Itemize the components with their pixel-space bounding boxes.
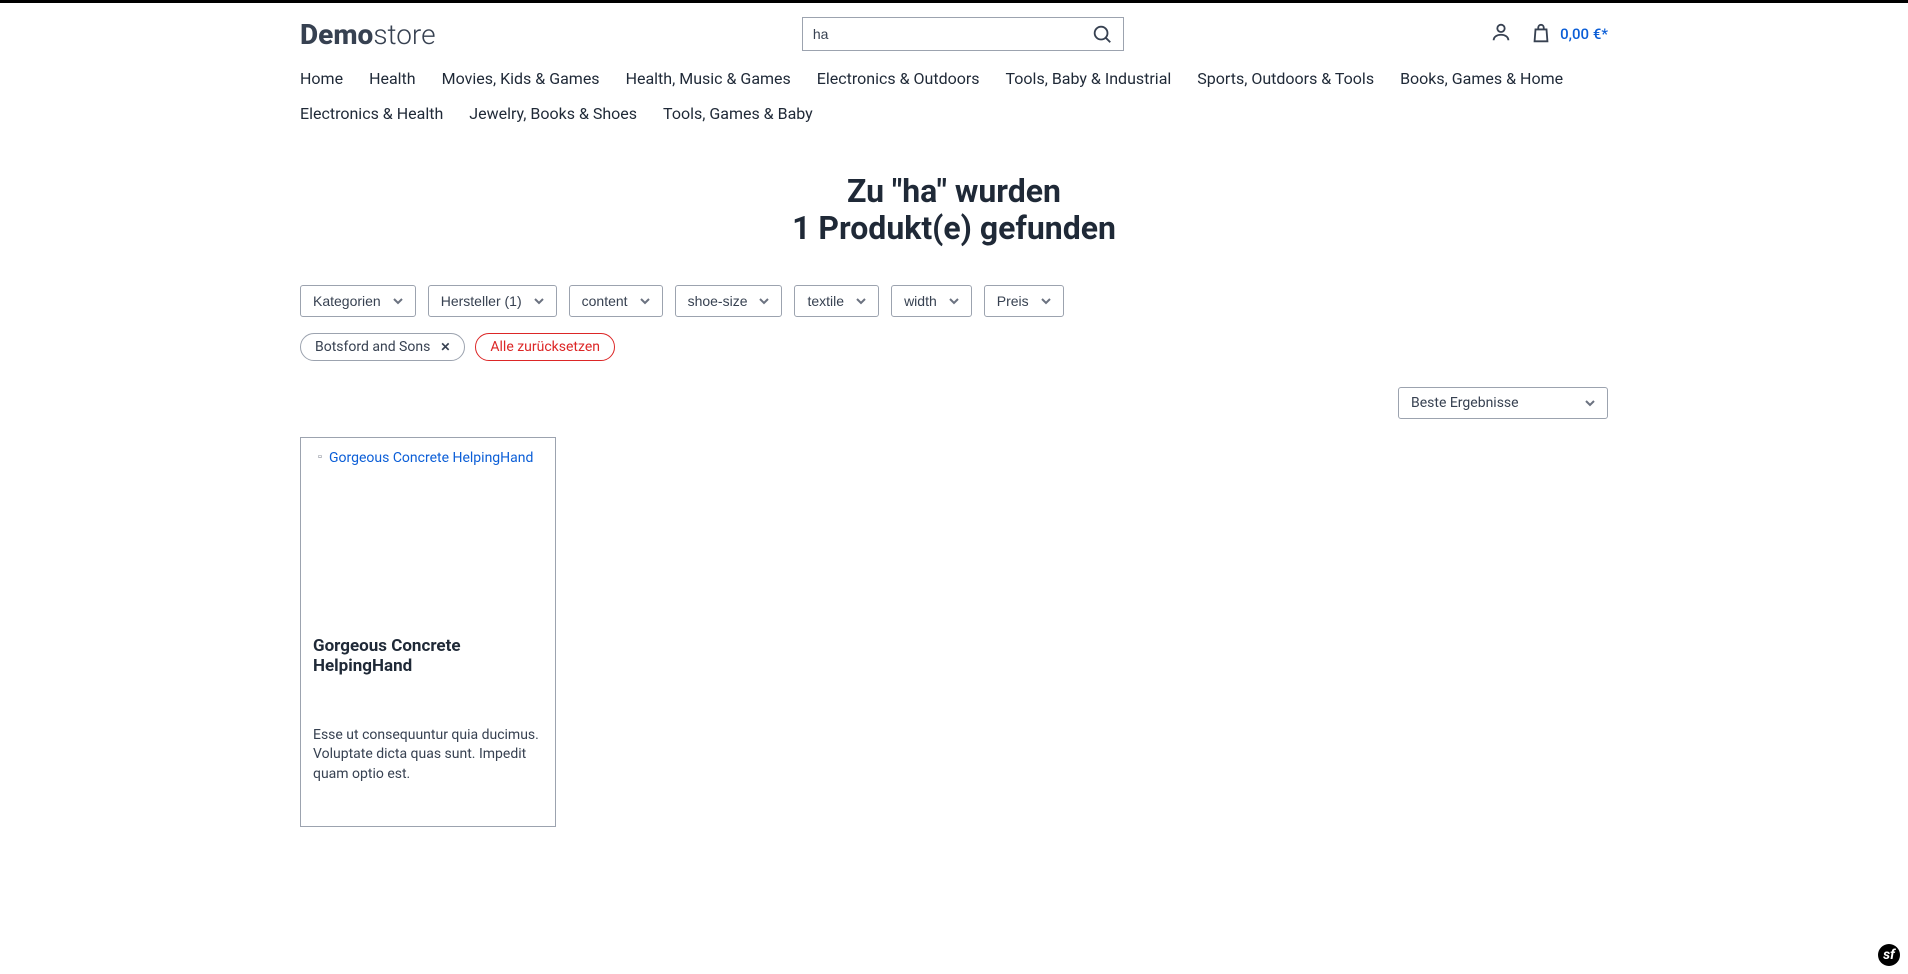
nav-item: Home — [300, 69, 343, 88]
logo[interactable]: Demostore — [300, 18, 436, 51]
filter-button[interactable]: Kategorien — [300, 285, 416, 317]
search-box — [802, 17, 1124, 51]
nav-link[interactable]: Jewelry, Books & Shoes — [469, 104, 637, 123]
logo-light: store — [373, 18, 435, 51]
nav-item: Sports, Outdoors & Tools — [1197, 69, 1374, 88]
close-icon[interactable]: ✕ — [440, 340, 450, 354]
nav-link[interactable]: Tools, Baby & Industrial — [1006, 69, 1172, 88]
symfony-badge[interactable]: sf — [1878, 944, 1900, 966]
nav-item: Tools, Baby & Industrial — [1006, 69, 1172, 88]
filter-button[interactable]: Hersteller (1) — [428, 285, 557, 317]
nav-item: Electronics & Outdoors — [817, 69, 980, 88]
page-title: Zu "ha" wurden 1 Produkt(e) gefunden — [300, 141, 1608, 267]
title-line-2: 1 Produkt(e) gefunden — [792, 209, 1116, 247]
chevron-down-icon — [949, 296, 959, 306]
filter-button[interactable]: content — [569, 285, 663, 317]
nav-link[interactable]: Electronics & Health — [300, 104, 443, 123]
nav-item: Health, Music & Games — [626, 69, 791, 88]
filter-button[interactable]: shoe-size — [675, 285, 783, 317]
product-image: ▫ Gorgeous Concrete HelpingHand — [313, 450, 543, 636]
filter-button[interactable]: width — [891, 285, 972, 317]
broken-image-icon: ▫ — [313, 450, 327, 464]
sort-row: Beste Ergebnisse — [300, 379, 1608, 437]
search-icon — [1091, 23, 1113, 45]
nav-item: Health — [369, 69, 416, 88]
nav-link[interactable]: Movies, Kids & Games — [442, 69, 600, 88]
user-icon — [1490, 21, 1512, 43]
nav-link[interactable]: Health — [369, 69, 416, 88]
nav-item: Books, Games & Home — [1400, 69, 1563, 88]
filters-row: Kategorien Hersteller (1) content shoe-size… — [300, 267, 1608, 329]
nav-item: Tools, Games & Baby — [663, 104, 813, 123]
filter-label: content — [582, 293, 628, 309]
product-grid: ▫ Gorgeous Concrete HelpingHand Gorgeous… — [300, 437, 1608, 828]
chevron-down-icon — [856, 296, 866, 306]
cart-total: 0,00 €* — [1560, 25, 1608, 43]
filter-button[interactable]: textile — [794, 285, 879, 317]
reset-filters-button[interactable]: Alle zurücksetzen — [475, 333, 615, 361]
chip-label: Botsford and Sons — [315, 339, 430, 355]
search-button[interactable] — [1091, 23, 1113, 45]
title-line-1: Zu "ha" wurden — [847, 172, 1061, 210]
chevron-down-icon — [759, 296, 769, 306]
image-alt-text: Gorgeous Concrete HelpingHand — [329, 450, 533, 466]
chevron-down-icon — [1585, 398, 1595, 408]
nav-link[interactable]: Home — [300, 69, 343, 88]
chevron-down-icon — [640, 296, 650, 306]
sort-selected: Beste Ergebnisse — [1411, 395, 1519, 411]
filter-label: Preis — [997, 293, 1029, 309]
nav-link[interactable]: Sports, Outdoors & Tools — [1197, 69, 1374, 88]
bag-icon — [1530, 23, 1552, 45]
chevron-down-icon — [1041, 296, 1051, 306]
sort-select[interactable]: Beste Ergebnisse — [1398, 387, 1608, 419]
nav-link[interactable]: Electronics & Outdoors — [817, 69, 980, 88]
search-input[interactable] — [813, 26, 1091, 42]
filter-label: Kategorien — [313, 293, 381, 309]
nav-item: Movies, Kids & Games — [442, 69, 600, 88]
nav-item: Electronics & Health — [300, 104, 443, 123]
filter-label: width — [904, 293, 937, 309]
nav-item: Jewelry, Books & Shoes — [469, 104, 637, 123]
main-nav: Home Health Movies, Kids & Games Health, Mu… — [300, 65, 1608, 141]
filter-label: textile — [807, 293, 844, 309]
logo-bold: Demo — [300, 18, 373, 51]
cart-link[interactable]: 0,00 €* — [1530, 23, 1608, 45]
nav-link[interactable]: Books, Games & Home — [1400, 69, 1563, 88]
product-title: Gorgeous Concrete HelpingHand — [313, 636, 543, 726]
filter-label: Hersteller (1) — [441, 293, 522, 309]
product-description: Esse ut consequuntur quia ducimus. Volup… — [313, 726, 543, 815]
active-filters: Botsford and Sons ✕ Alle zurücksetzen — [300, 329, 1608, 379]
header: Demostore 0,00 €* — [300, 3, 1608, 65]
chevron-down-icon — [393, 296, 403, 306]
nav-link[interactable]: Health, Music & Games — [626, 69, 791, 88]
filter-label: shoe-size — [688, 293, 748, 309]
nav-link[interactable]: Tools, Games & Baby — [663, 104, 813, 123]
filter-chip[interactable]: Botsford and Sons ✕ — [300, 333, 465, 361]
account-link[interactable] — [1490, 21, 1512, 47]
filter-button[interactable]: Preis — [984, 285, 1064, 317]
chevron-down-icon — [534, 296, 544, 306]
product-card[interactable]: ▫ Gorgeous Concrete HelpingHand Gorgeous… — [300, 437, 556, 828]
